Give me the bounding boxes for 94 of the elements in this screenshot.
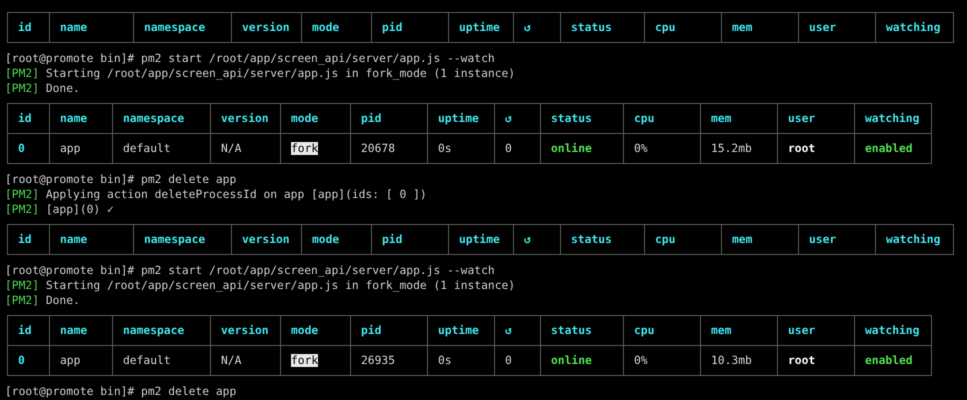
table-cell: app [50, 346, 112, 376]
prompt-line: [root@promote bin]# pm2 start /root/app/screen_api/server/app.js --watch [5, 263, 495, 278]
column-header: status [560, 12, 644, 42]
column-header: cpu [644, 12, 722, 42]
log-message: Starting /root/app/screen_api/server/app.js in fork_mode (1 instance) [46, 66, 516, 81]
column-header: uptime [448, 12, 514, 42]
prompt-line: [root@promote bin]# pm2 delete app [5, 384, 236, 399]
column-header: namespace [134, 12, 232, 42]
table-cell: 26935 [350, 346, 428, 376]
table-cell: 0 [494, 346, 540, 376]
column-header: user [778, 104, 854, 134]
prompt-line: [root@promote bin]# pm2 start /root/app/screen_api/server/app.js --watch [5, 51, 495, 66]
log-message: [app](0) ✓ [46, 202, 114, 217]
column-header: cpu [624, 104, 700, 134]
column-header: uptime [448, 224, 514, 254]
column-header: name [50, 104, 112, 134]
column-header: name [50, 316, 112, 346]
column-header: user [798, 12, 876, 42]
column-header: user [778, 316, 854, 346]
column-header: mem [700, 104, 778, 134]
table-cell: default [112, 134, 210, 164]
column-header: status [560, 224, 644, 254]
table-cell: root [778, 134, 854, 164]
column-header: name [50, 12, 134, 42]
table-cell: 0% [624, 346, 700, 376]
table-cell: fork [291, 142, 318, 155]
column-header: ↺ [494, 104, 540, 134]
table-cell: 0% [624, 134, 700, 164]
table-cell: online [540, 134, 624, 164]
column-header: pid [372, 12, 448, 42]
table-cell: 0 [8, 346, 50, 376]
column-header: ↺ [494, 316, 540, 346]
column-header: id [8, 316, 50, 346]
column-header: id [8, 224, 50, 254]
log-tag: [PM2] [5, 293, 40, 308]
log-tag: [PM2] [5, 81, 40, 96]
prompt-line: [root@promote bin]# pm2 delete app [5, 172, 236, 187]
column-header: mode [280, 316, 350, 346]
table-cell: online [540, 346, 624, 376]
column-header: uptime [428, 316, 494, 346]
column-header: id [8, 104, 50, 134]
column-header: mode [302, 12, 372, 42]
column-header: watching [876, 12, 954, 42]
log-message: Done. [46, 293, 80, 308]
column-header: version [210, 104, 280, 134]
column-header: pid [372, 224, 448, 254]
column-header: id [8, 12, 50, 42]
column-header: mem [700, 316, 778, 346]
column-header: mode [280, 104, 350, 134]
table-cell: 0 [494, 134, 540, 164]
log-tag: [PM2] [5, 278, 40, 293]
column-header: watching [854, 104, 932, 134]
column-header: cpu [644, 224, 722, 254]
column-header: user [798, 224, 876, 254]
column-header: watching [854, 316, 932, 346]
column-header: mem [722, 224, 798, 254]
table-cell: root [778, 346, 854, 376]
log-tag: [PM2] [5, 187, 40, 202]
column-header: pid [350, 104, 428, 134]
table-cell: default [112, 346, 210, 376]
column-header: namespace [134, 224, 232, 254]
log-tag: [PM2] [5, 202, 40, 217]
log-message: Done. [46, 81, 80, 96]
table-cell: 10.3mb [700, 346, 778, 376]
table-cell: 0 [8, 134, 50, 164]
column-header: status [540, 316, 624, 346]
column-header: pid [350, 316, 428, 346]
column-header: watching [876, 224, 954, 254]
column-header: mode [302, 224, 372, 254]
column-header: namespace [112, 316, 210, 346]
column-header: version [232, 12, 302, 42]
column-header: status [540, 104, 624, 134]
table-cell: 20678 [350, 134, 428, 164]
log-message: Starting /root/app/screen_api/server/app.js in fork_mode (1 instance) [46, 278, 516, 293]
table-cell: N/A [210, 134, 280, 164]
table-cell: 0s [428, 134, 494, 164]
table-cell: 15.2mb [700, 134, 778, 164]
table-cell: N/A [210, 346, 280, 376]
table-cell: enabled [854, 134, 932, 164]
column-header: mem [722, 12, 798, 42]
table-cell: enabled [854, 346, 932, 376]
column-header: uptime [428, 104, 494, 134]
column-header: ↺ [514, 224, 560, 254]
table-cell: 0s [428, 346, 494, 376]
log-tag: [PM2] [5, 66, 40, 81]
table-cell: app [50, 134, 112, 164]
table-cell: fork [291, 354, 318, 367]
column-header: ↺ [514, 12, 560, 42]
log-message: Applying action deleteProcessId on app [app](ids: [ 0 ]) [46, 187, 427, 202]
column-header: cpu [624, 316, 700, 346]
column-header: version [210, 316, 280, 346]
column-header: namespace [112, 104, 210, 134]
column-header: name [50, 224, 134, 254]
column-header: version [232, 224, 302, 254]
